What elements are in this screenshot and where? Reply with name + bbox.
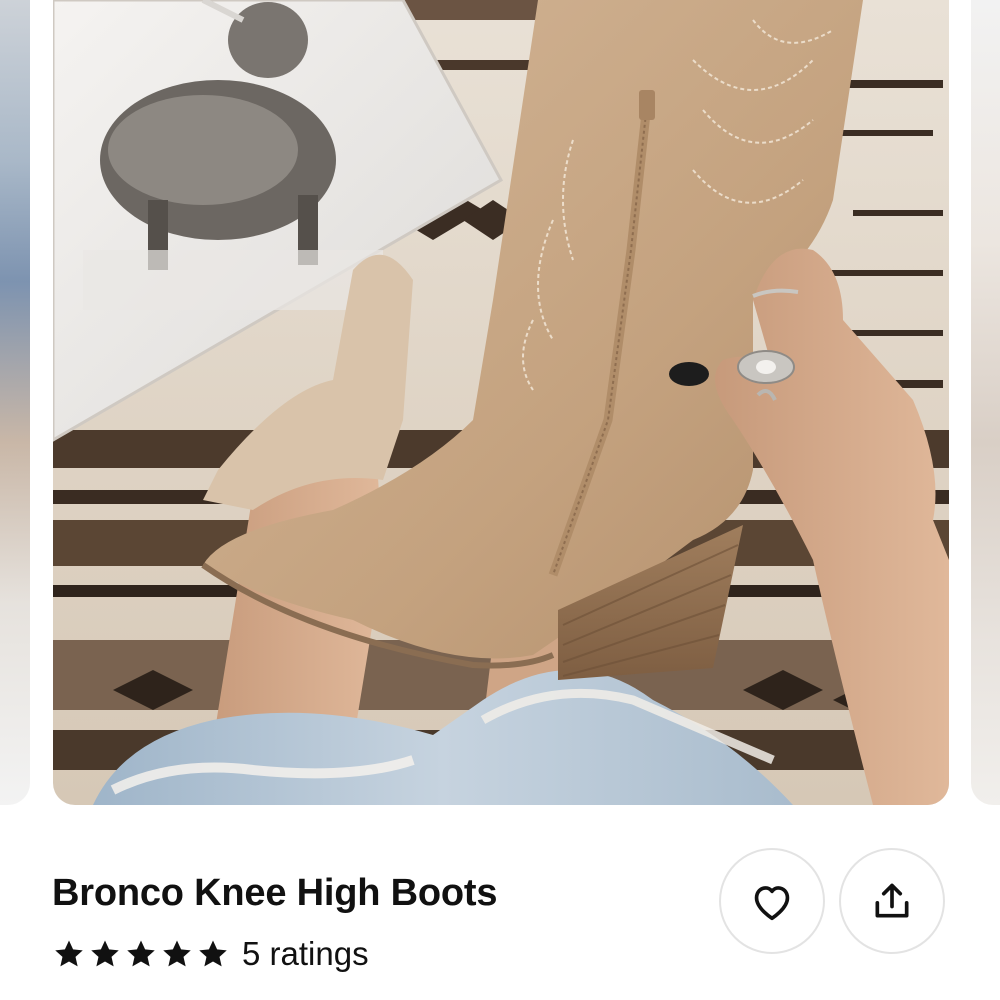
share-button[interactable] — [839, 848, 945, 954]
product-image[interactable] — [53, 0, 949, 805]
star-icon — [163, 940, 191, 967]
favorite-button[interactable] — [719, 848, 825, 954]
next-image[interactable] — [971, 0, 1000, 805]
rating-stars — [52, 937, 230, 971]
star-icon — [91, 940, 119, 967]
star-icon — [127, 940, 155, 967]
star-icon — [199, 940, 227, 967]
ratings-count[interactable]: 5 ratings — [242, 935, 369, 973]
previous-image[interactable] — [0, 0, 30, 805]
product-rating[interactable]: 5 ratings — [52, 935, 369, 973]
product-title: Bronco Knee High Boots — [52, 872, 498, 914]
share-icon — [875, 883, 909, 918]
image-carousel[interactable] — [0, 0, 1000, 805]
heart-icon — [754, 886, 790, 921]
star-icon — [55, 940, 83, 967]
